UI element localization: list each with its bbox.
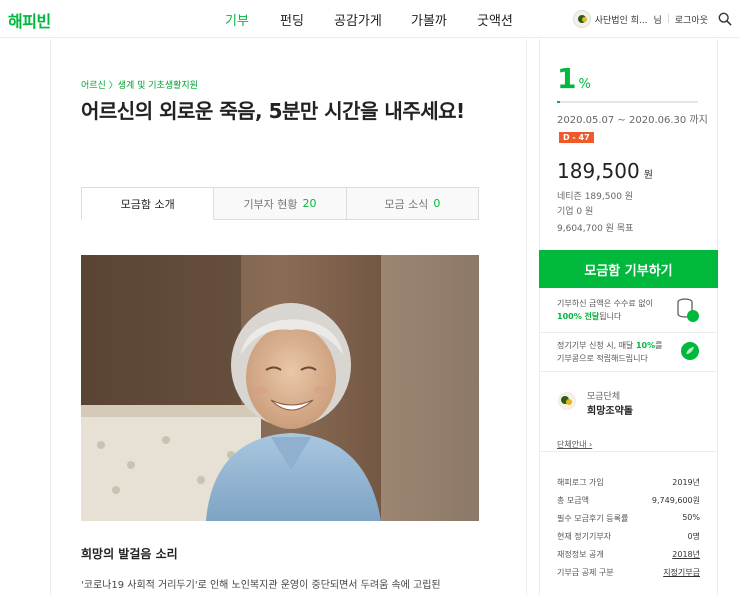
stat-key: 필수 모금후기 등록률 [557,514,629,523]
bean-icon [681,342,699,360]
breadcrumb[interactable]: 어르신 〉생계 및 기초생활지원 [81,78,198,91]
nav-good-action[interactable]: 굿액션 [477,10,513,29]
nav-shop[interactable]: 공감가게 [334,10,382,29]
stat-row: 총 모금액 9,749,600원 [557,493,700,511]
tab-intro[interactable]: 모금함 소개 [81,187,215,220]
company-amount: 기업 0 원 [557,207,594,217]
page-title: 어르신의 외로운 죽음, 5분만 시간을 내주세요! [81,99,465,123]
user-name[interactable]: 사단법인 희... [595,13,648,26]
info-no-fee: 기부하신 금액은 수수료 없이 100% 전달됩니다 [539,288,718,333]
stat-row: 재정정보 공개 2018년 [557,547,700,565]
financial-report-link[interactable]: 2018년 [672,549,700,560]
section-title: 희망의 발걸음 소리 [81,547,178,561]
info-line: 정기기부 신청 시, 매달 [557,341,636,350]
raised-amount: 189,500 원 [557,159,653,183]
search-icon[interactable] [718,12,732,26]
nav-visit[interactable]: 가볼까 [411,10,447,29]
tab-count: 20 [302,197,317,210]
netizen-amount: 네티즌 189,500 원 [557,192,634,202]
info-line: 기부콩으로 적립해드립니다 [557,354,648,363]
tab-donors[interactable]: 기부자 현황 20 [214,187,347,220]
stat-key: 기부금 공제 구분 [557,568,614,577]
nav-donate[interactable]: 기부 [225,10,249,29]
info-regular-text: 정기기부 신청 시, 매달 10%를 기부콩으로 적립해드립니다 [557,339,663,365]
progress-percent: 1% [557,62,591,95]
info-no-fee-text: 기부하신 금액은 수수료 없이 100% 전달됩니다 [557,297,653,323]
org-info-link[interactable]: 단체안내 › [557,439,592,450]
stat-key: 현재 정기기부자 [557,532,612,541]
org-logo-icon[interactable] [558,392,576,410]
stat-value: 9,749,600원 [651,496,700,505]
stat-row: 필수 모금후기 등록률 50% [557,511,700,529]
org-label: 모금단체 [587,392,621,402]
nav-funding[interactable]: 펀딩 [280,10,304,29]
tab-label: 모금함 소개 [120,197,175,211]
deduction-type-link[interactable]: 지정기부금 [663,567,700,578]
stat-value: 0명 [687,532,700,541]
info-line: 기부하신 금액은 수수료 없이 [557,299,653,308]
org-name[interactable]: 희망조약돌 [587,402,633,417]
amount-value: 189,500 [557,159,640,183]
logout-link[interactable]: 로그아웃 [675,13,708,26]
tab-label: 기부자 현황 [243,197,298,211]
campaign-tabs: 모금함 소개 기부자 현황 20 모금 소식 0 [81,187,479,220]
dday-badge: D - 47 [559,132,594,143]
campaign-photo [81,255,479,521]
tab-count: 0 [433,197,441,210]
progress-fill [557,101,560,103]
info-highlight: 100% 전달 [557,312,600,321]
amount-unit: 원 [643,170,653,181]
top-header: 해피빈 기부 펀딩 공감가게 가볼까 굿액션 사단법인 희... 님 | 로그아… [0,0,740,38]
user-avatar[interactable] [572,10,591,28]
user-suffix: 님 [653,15,662,26]
org-stats: 해피로그 가입 2019년 총 모금액 9,749,600원 필수 모금후기 등… [557,475,700,583]
donate-button[interactable]: 모금함 기부하기 [539,250,718,288]
coin-stack-icon [677,298,699,322]
stat-key: 총 모금액 [557,496,589,505]
user-area: 사단법인 희... 님 | 로그아웃 [572,8,732,30]
stat-row: 기부금 공제 구분 지정기부금 [557,565,700,583]
info-highlight: 10% [635,341,656,350]
percent-unit: % [578,77,591,92]
stat-value: 50% [682,513,700,522]
percent-value: 1 [557,62,577,95]
progress-bar [557,101,698,103]
stat-key: 해피로그 가입 [557,478,604,487]
intro-text: '코로나19 사회적 거리두기'로 인해 노인복지관 운영이 중단되면서 두려움… [81,580,441,591]
tab-news[interactable]: 모금 소식 0 [346,187,479,220]
stat-key: 재정정보 공개 [557,550,604,559]
goal-amount: 9,604,700 원 목표 [557,224,634,234]
info-line: 를 [655,341,663,350]
info-regular: 정기기부 신청 시, 매달 10%를 기부콩으로 적립해드립니다 [539,333,718,372]
tab-label: 모금 소식 [384,197,429,211]
stat-value: 2019년 [672,478,700,487]
stat-row: 해피로그 가입 2019년 [557,475,700,493]
campaign-period: 2020.05.07 ~ 2020.06.30 까지 [557,115,708,126]
info-line: 됩니다 [599,312,622,321]
stat-row: 현재 정기기부자 0명 [557,529,700,547]
divider: | [666,14,670,24]
